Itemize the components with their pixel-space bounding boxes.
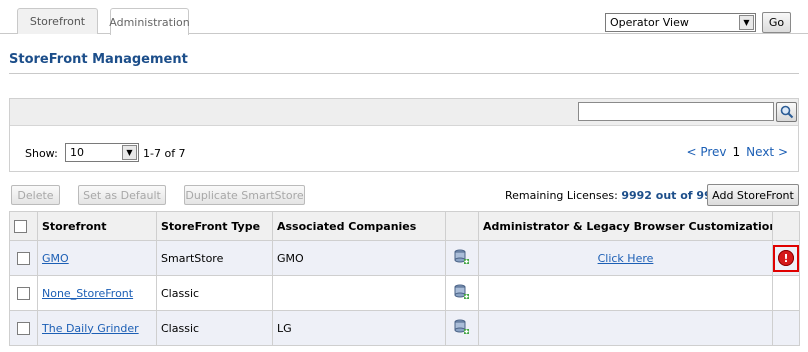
column-header-status (772, 211, 800, 241)
column-header-icon (445, 211, 479, 241)
result-range: 1-7 of 7 (143, 147, 186, 160)
status-cell: ! (772, 240, 800, 276)
row-checkbox-cell (9, 310, 38, 346)
row-checkbox[interactable] (17, 251, 30, 265)
set-default-button[interactable]: Set as Default (78, 185, 166, 205)
remaining-licenses: Remaining Licenses: 9992 out of 9999. (505, 189, 731, 202)
storefront-cell: None_StoreFront (37, 275, 157, 311)
prev-link[interactable]: < Prev (686, 145, 726, 159)
tab-storefront[interactable]: Storefront (17, 8, 98, 34)
click-here-link[interactable]: Click Here (598, 252, 654, 265)
search-input[interactable] (578, 102, 774, 121)
companies-cell (272, 275, 446, 311)
customization-cell (478, 310, 773, 346)
table-header-row: Storefront StoreFront Type Associated Co… (9, 211, 800, 241)
type-cell: SmartStore (156, 240, 273, 276)
page-size-value: 10 (70, 146, 84, 159)
filter-panel: Show: 10 ▼ 1-7 of 7 < Prev 1 Next > (9, 98, 799, 172)
magnifier-icon (780, 105, 793, 119)
search-bar (10, 99, 798, 126)
table-row: GMO SmartStore GMO Click Here ! (9, 240, 800, 276)
chevron-down-icon: ▼ (122, 145, 137, 160)
storefront-link[interactable]: None_StoreFront (42, 287, 133, 300)
column-header-storefront[interactable]: Storefront (37, 211, 157, 241)
type-cell: Classic (156, 275, 273, 311)
page-title: StoreFront Management (9, 52, 188, 67)
table-row: The Daily Grinder Classic LG (9, 310, 800, 346)
storefront-cell: The Daily Grinder (37, 310, 157, 346)
type-cell: Classic (156, 310, 273, 346)
view-dropdown-value: Operator View (610, 16, 689, 29)
status-cell (772, 275, 800, 311)
add-storefront-button[interactable]: Add StoreFront (707, 184, 799, 206)
storefront-table: Storefront StoreFront Type Associated Co… (9, 211, 800, 346)
companies-cell: GMO (272, 240, 446, 276)
row-checkbox-cell (9, 275, 38, 311)
select-all-checkbox[interactable] (14, 219, 27, 233)
row-checkbox[interactable] (17, 321, 30, 335)
select-all-cell (9, 211, 38, 241)
duplicate-smartstore-button[interactable]: Duplicate SmartStore (184, 185, 305, 205)
associate-companies-cell (445, 275, 479, 311)
delete-button[interactable]: Delete (11, 185, 60, 205)
licenses-label: Remaining Licenses: (505, 189, 618, 202)
chevron-down-icon: ▼ (739, 15, 754, 30)
go-button[interactable]: Go (762, 12, 791, 33)
show-label: Show: (25, 147, 58, 160)
column-header-customization: Administrator & Legacy Browser Customiza… (478, 211, 773, 241)
search-button[interactable] (776, 102, 797, 122)
current-page: 1 (732, 145, 741, 159)
database-add-icon[interactable] (454, 284, 470, 300)
next-link[interactable]: Next > (746, 145, 788, 159)
row-checkbox-cell (9, 240, 38, 276)
storefront-link[interactable]: The Daily Grinder (42, 322, 139, 335)
pagination: < Prev 1 Next > (686, 145, 788, 159)
view-dropdown[interactable]: Operator View ▼ (605, 13, 756, 32)
table-row: None_StoreFront Classic (9, 275, 800, 311)
storefront-link[interactable]: GMO (42, 252, 69, 265)
database-add-icon[interactable] (454, 319, 470, 335)
title-divider (9, 73, 799, 74)
customization-cell: Click Here (478, 240, 773, 276)
column-header-type[interactable]: StoreFront Type (156, 211, 273, 241)
associate-companies-cell (445, 310, 479, 346)
associate-companies-cell (445, 240, 479, 276)
page-size-dropdown[interactable]: 10 ▼ (65, 143, 139, 162)
column-header-companies[interactable]: Associated Companies (272, 211, 446, 241)
customization-cell (478, 275, 773, 311)
storefront-cell: GMO (37, 240, 157, 276)
alert-icon: ! (778, 250, 794, 266)
database-add-icon[interactable] (454, 249, 470, 265)
warning-highlight[interactable]: ! (773, 244, 799, 272)
row-checkbox[interactable] (17, 286, 30, 300)
tab-administration[interactable]: Administration (109, 8, 190, 35)
companies-cell: LG (272, 310, 446, 346)
status-cell (772, 310, 800, 346)
